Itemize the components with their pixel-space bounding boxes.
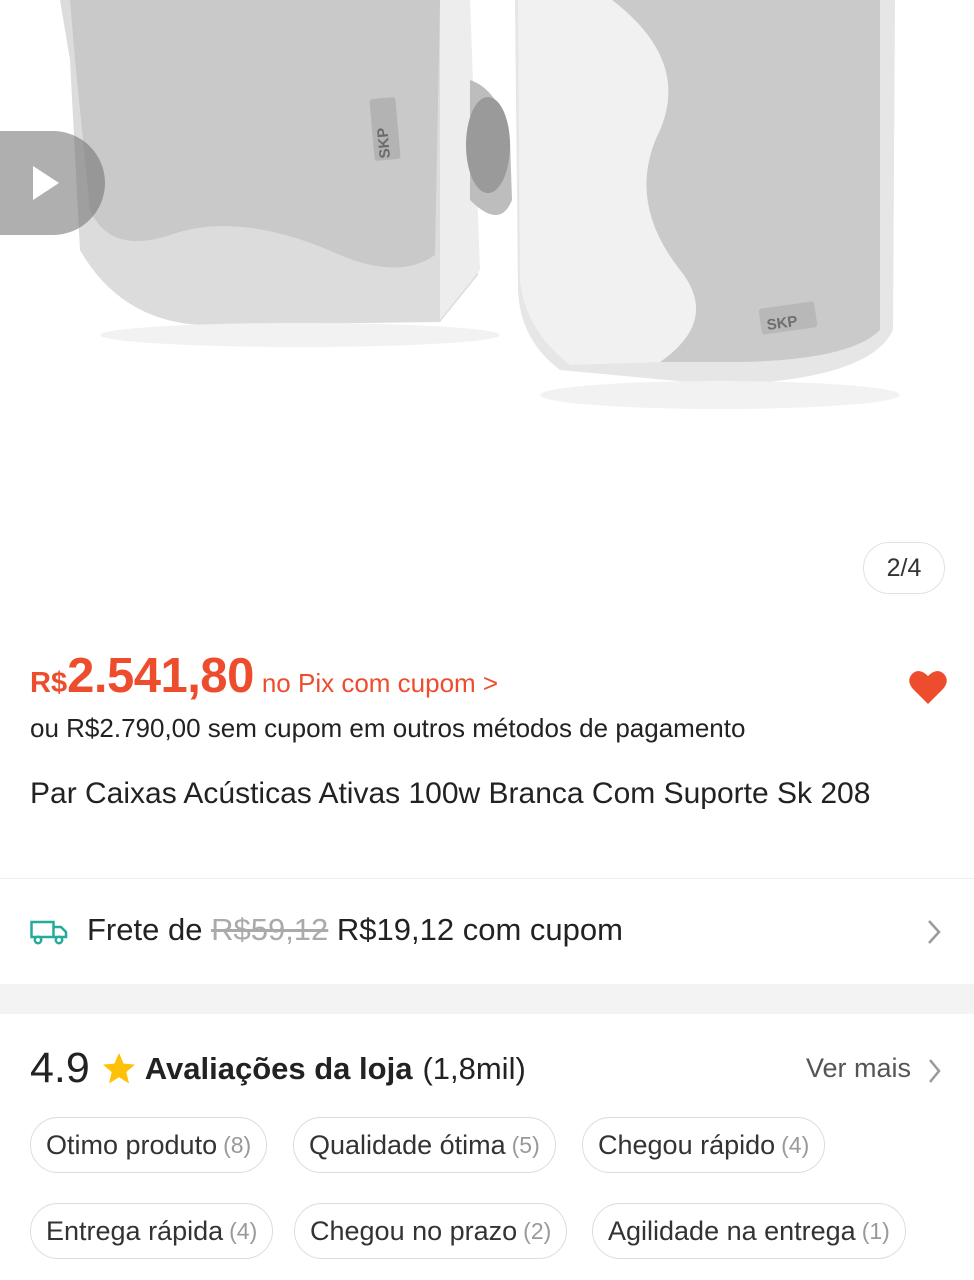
review-tag-count: (5) [511,1131,540,1158]
review-tag-count: (2) [523,1217,552,1244]
product-title: Par Caixas Acústicas Ativas 100w Branca … [30,777,871,810]
shipping-row[interactable]: Frete de R$59,12 R$19,12 com cupom [0,880,974,984]
review-tag-count: (8) [223,1131,252,1158]
pix-coupon-link[interactable]: no Pix com cupom > [262,668,498,699]
review-tag-label: Entrega rápida [46,1215,224,1246]
review-tag-chip[interactable]: Agilidade na entrega (1) [592,1203,906,1259]
product-image: SKP SKP [60,0,900,409]
review-tag-chip[interactable]: Chegou no prazo (2) [294,1203,568,1259]
play-icon [32,166,59,200]
review-tag-chip[interactable]: Otimo produto (8) [30,1117,268,1173]
price-currency: R$ [30,667,68,699]
see-more-label: Ver mais [806,1053,912,1083]
truck-icon [30,920,68,945]
review-tag-count: (4) [229,1217,258,1244]
price-value: 2.541,80 [67,649,254,703]
heart-icon[interactable] [908,668,948,706]
image-counter: 2/4 [863,542,945,594]
store-reviews-count: (1,8mil) [422,1050,526,1086]
review-tag-count: (4) [781,1131,810,1158]
review-tag-chip[interactable]: Qualidade ótima (5) [293,1117,556,1173]
store-reviews-title: Avaliações da loja [144,1050,413,1086]
review-tag-label: Qualidade ótima [309,1129,506,1160]
shipping-new-price: R$19,12 com cupom [336,912,623,947]
chevron-right-icon[interactable] [928,1058,942,1084]
price-block[interactable]: R$ 2.541,80 no Pix com cupom > [30,648,498,704]
review-tag-chip[interactable]: Chegou rápido (4) [582,1117,826,1173]
section-gap [0,984,974,1014]
review-tag-label: Otimo produto [46,1129,218,1160]
chevron-right-icon [928,920,941,944]
review-tag-label: Agilidade na entrega [608,1215,856,1246]
product-image-gallery[interactable]: SKP SKP 2/4 [0,0,974,620]
alternative-price: ou R$2.790,00 sem cupom em outros método… [30,713,746,743]
shipping-old-price: R$59,12 [211,912,329,947]
star-icon [102,1052,135,1083]
brand-logo: SKP [374,127,394,159]
play-video-button[interactable] [0,131,105,235]
review-tag-chip[interactable]: Entrega rápida (4) [30,1203,274,1259]
store-reviews-header: 4.9 Avaliações da loja (1,8mil) [30,1044,526,1093]
review-tag-label: Chegou no prazo [310,1215,518,1246]
review-tag-count: (1) [861,1217,890,1244]
store-rating: 4.9 [30,1044,90,1092]
divider [0,878,974,879]
see-more-link[interactable]: Ver mais [806,1053,911,1084]
shipping-prefix: Frete de [87,912,203,947]
review-tag-label: Chegou rápido [598,1129,776,1160]
shipping-text: Frete de R$59,12 R$19,12 com cupom [87,912,623,948]
